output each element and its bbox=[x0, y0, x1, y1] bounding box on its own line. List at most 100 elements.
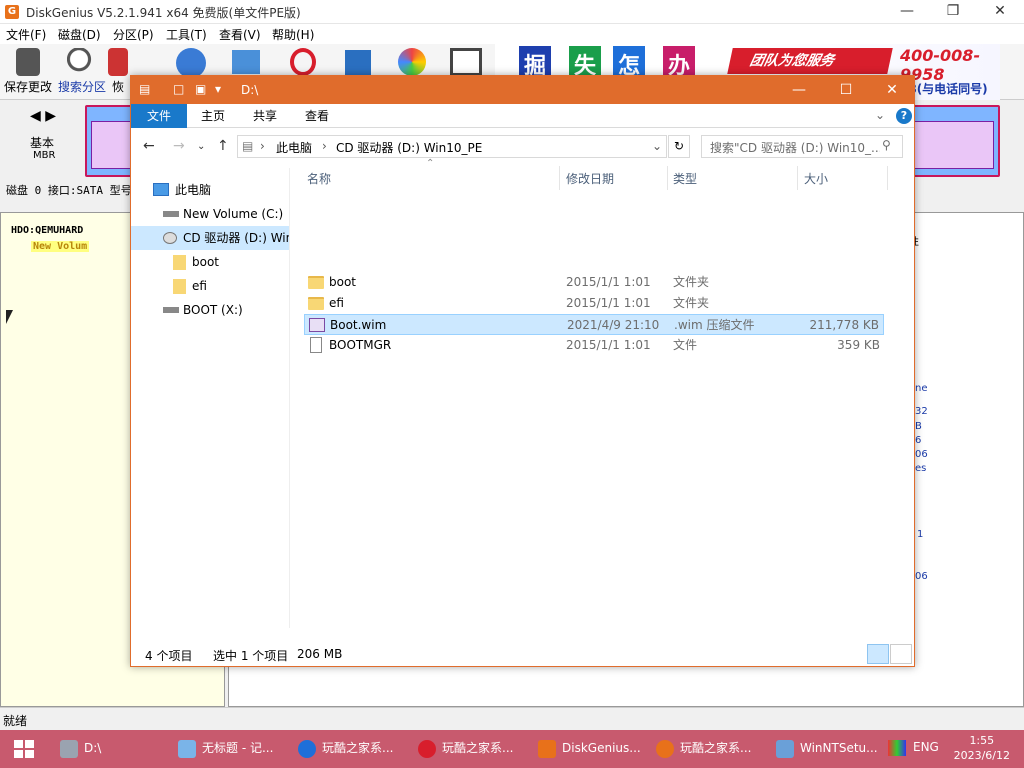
column-divider[interactable] bbox=[559, 166, 560, 190]
search-input[interactable]: 搜索"CD 驱动器 (D:) Win10_... ⚲ bbox=[701, 135, 903, 158]
ribbon-expand-icon[interactable]: ⌄ bbox=[875, 108, 885, 122]
refresh-button[interactable]: ↻ bbox=[668, 135, 690, 158]
setup-icon bbox=[776, 740, 794, 758]
properties-qa-icon[interactable]: ▣ bbox=[195, 82, 206, 96]
window-icon[interactable] bbox=[450, 48, 482, 76]
tab-share[interactable]: 共享 bbox=[239, 104, 291, 128]
file-row-selected[interactable]: Boot.wim 2021/4/9 21:10 .wim 压缩文件 211,77… bbox=[304, 314, 884, 335]
delete-partition-icon[interactable] bbox=[290, 48, 316, 76]
tree-disk-item[interactable]: HDO:QEMUHARD bbox=[11, 225, 83, 236]
qa-dropdown-icon[interactable]: ▾ bbox=[215, 82, 221, 96]
taskbar-item-explorer[interactable]: D:\ bbox=[60, 730, 170, 768]
column-header-type[interactable]: 类型 bbox=[673, 170, 697, 187]
large-icons-view-icon[interactable] bbox=[890, 644, 912, 664]
taskbar-item-diskgenius[interactable]: DiskGenius... bbox=[538, 730, 648, 768]
drive-tool-icon[interactable] bbox=[232, 50, 260, 74]
drive-title-icon: ▤ bbox=[139, 82, 151, 96]
search-icon: ⚲ bbox=[882, 138, 891, 152]
file-type: 文件夹 bbox=[673, 275, 710, 289]
column-header-name[interactable]: 名称 bbox=[307, 170, 331, 187]
disk-info-text: 磁盘 0 接口:SATA 型号 bbox=[6, 184, 132, 197]
nav-item-efi[interactable]: efi bbox=[131, 274, 289, 298]
ribbon-tabs: 文件 主页 共享 查看 ⌄ ? bbox=[131, 104, 914, 128]
back-arrow-icon[interactable]: ← bbox=[143, 138, 155, 154]
crumb-this-pc[interactable]: 此电脑 bbox=[276, 139, 312, 156]
column-header-size[interactable]: 大小 bbox=[804, 170, 828, 187]
nav-item-c-drive[interactable]: New Volume (C:) bbox=[131, 202, 289, 226]
file-size: 359 KB bbox=[837, 338, 880, 352]
column-divider[interactable] bbox=[797, 166, 798, 190]
tree-volume-item[interactable]: New Volum bbox=[31, 241, 90, 252]
maximize-button[interactable]: ❐ bbox=[930, 0, 976, 24]
column-divider[interactable] bbox=[887, 166, 888, 190]
recent-dropdown-icon[interactable]: ⌄ bbox=[197, 141, 205, 152]
explorer-close-button[interactable]: ✕ bbox=[869, 76, 915, 104]
taskbar-item-notepad[interactable]: 无标题 - 记... bbox=[178, 730, 288, 768]
menu-help[interactable]: 帮助(H) bbox=[272, 26, 314, 43]
detail-fragment: B bbox=[915, 421, 922, 432]
close-button[interactable]: ✕ bbox=[977, 0, 1023, 24]
menu-disk[interactable]: 磁盘(D) bbox=[58, 26, 101, 43]
clock[interactable]: 1:55 2023/6/12 bbox=[954, 733, 1010, 763]
start-windows-icon[interactable] bbox=[14, 740, 34, 758]
pane-splitter[interactable] bbox=[289, 168, 290, 628]
menu-tools[interactable]: 工具(T) bbox=[166, 26, 207, 43]
file-row[interactable]: BOOTMGR 2015/1/1 1:01 文件 359 KB bbox=[304, 335, 884, 356]
address-box[interactable]: ▤ › 此电脑 › CD 驱动器 (D:) Win10_PE ⌄ bbox=[237, 135, 667, 158]
display-tray-icon[interactable] bbox=[888, 740, 906, 756]
column-header-date[interactable]: 修改日期 bbox=[566, 170, 614, 187]
explorer-statusbar: 4 个项目 选中 1 个项目 206 MB bbox=[131, 641, 914, 667]
taskbar-item-app3[interactable]: 玩酷之家系... bbox=[656, 730, 766, 768]
cd-icon bbox=[163, 232, 177, 244]
disk-nav-arrows[interactable]: ◀ ▶ bbox=[30, 108, 56, 124]
drive-icon bbox=[163, 307, 179, 313]
search-partition-button[interactable]: 搜索分区 bbox=[56, 46, 108, 98]
new-folder-qa-icon[interactable]: □ bbox=[173, 82, 184, 96]
sort-arrow-icon: ⌃ bbox=[426, 158, 435, 169]
address-dropdown-icon[interactable]: ⌄ bbox=[652, 139, 662, 153]
language-indicator[interactable]: ENG bbox=[913, 740, 939, 754]
disc-icon[interactable] bbox=[176, 48, 206, 78]
tab-view[interactable]: 查看 bbox=[291, 104, 343, 128]
save-changes-button[interactable]: 保存更改 bbox=[2, 46, 54, 98]
recover-icon bbox=[108, 48, 128, 76]
taskbar: D:\ 无标题 - 记... 玩酷之家系... 玩酷之家系... DiskGen… bbox=[0, 730, 1024, 768]
clock-date: 2023/6/12 bbox=[953, 749, 1010, 762]
folder-icon bbox=[308, 297, 324, 310]
file-row[interactable]: efi 2015/1/1 1:01 文件夹 bbox=[304, 293, 884, 314]
column-divider[interactable] bbox=[667, 166, 668, 190]
menu-partition[interactable]: 分区(P) bbox=[113, 26, 154, 43]
diskgenius-menubar: 文件(F) 磁盘(D) 分区(P) 工具(T) 查看(V) 帮助(H) bbox=[0, 24, 1024, 44]
explorer-window: ▤ □ ▣ ▾ D:\ — ☐ ✕ 文件 主页 共享 查看 ⌄ ? ← → ⌄ … bbox=[130, 75, 915, 667]
taskbar-item-app1[interactable]: 玩酷之家系... bbox=[298, 730, 408, 768]
nav-item-this-pc[interactable]: 此电脑 bbox=[131, 178, 289, 202]
trash-icon[interactable] bbox=[345, 50, 371, 76]
nav-item-d-drive[interactable]: CD 驱动器 (D:) Win bbox=[131, 226, 289, 250]
help-icon[interactable]: ? bbox=[896, 108, 912, 124]
banner-phone: 400-008-9958 bbox=[900, 46, 981, 84]
recover-button[interactable]: 恢 bbox=[108, 46, 128, 98]
wim-file-icon bbox=[309, 318, 325, 332]
file-date: 2015/1/1 1:01 bbox=[566, 296, 651, 310]
details-view-icon[interactable] bbox=[867, 644, 889, 664]
forward-arrow-icon[interactable]: → bbox=[173, 138, 185, 154]
tab-file[interactable]: 文件 bbox=[131, 104, 187, 128]
file-row[interactable]: boot 2015/1/1 1:01 文件夹 bbox=[304, 272, 884, 293]
menu-file[interactable]: 文件(F) bbox=[6, 26, 46, 43]
menu-view[interactable]: 查看(V) bbox=[219, 26, 261, 43]
explorer-titlebar: ▤ □ ▣ ▾ D:\ — ☐ ✕ bbox=[131, 76, 914, 104]
taskbar-item-app2[interactable]: 玩酷之家系... bbox=[418, 730, 528, 768]
disk-type-label: 基本 bbox=[30, 136, 55, 150]
pie-icon[interactable] bbox=[398, 48, 426, 76]
diskgenius-titlebar: G DiskGenius V5.2.1.941 x64 免费版(单文件PE版) … bbox=[0, 0, 1024, 24]
crumb-cd-drive[interactable]: CD 驱动器 (D:) Win10_PE bbox=[336, 139, 482, 156]
tab-home[interactable]: 主页 bbox=[187, 104, 239, 128]
explorer-maximize-button[interactable]: ☐ bbox=[823, 76, 869, 104]
minimize-button[interactable]: — bbox=[884, 0, 930, 24]
up-arrow-icon[interactable]: ↑ bbox=[217, 138, 229, 154]
explorer-minimize-button[interactable]: — bbox=[776, 76, 822, 104]
drive-crumb-icon: ▤ bbox=[242, 139, 254, 153]
taskbar-item-winntsetup[interactable]: WinNTSetu... bbox=[776, 730, 880, 768]
nav-item-boot[interactable]: boot bbox=[131, 250, 289, 274]
nav-item-x-drive[interactable]: BOOT (X:) bbox=[131, 298, 289, 322]
